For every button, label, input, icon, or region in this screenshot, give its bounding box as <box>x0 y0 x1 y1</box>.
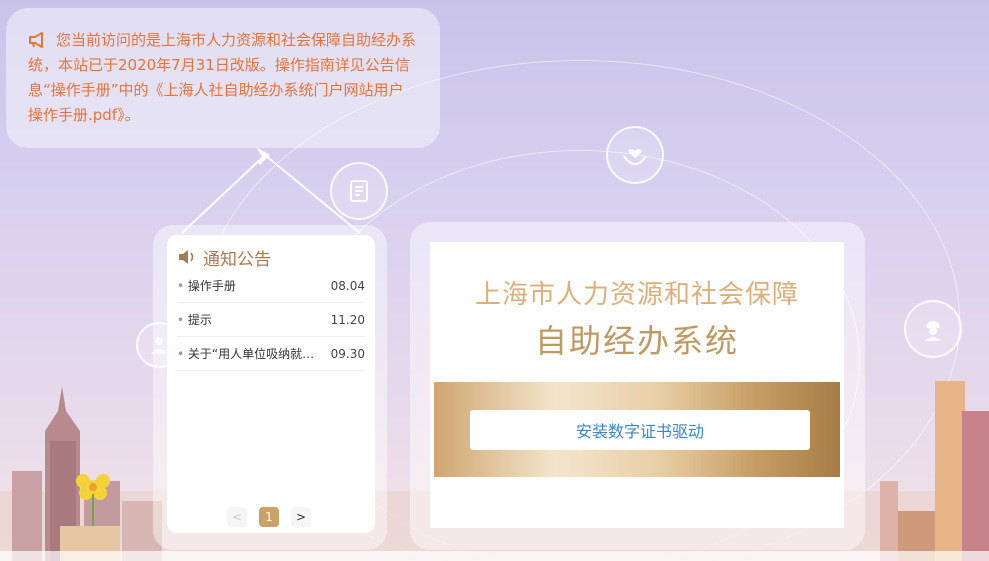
speaker-icon <box>179 250 194 264</box>
announcement-item-date: 08.04 <box>330 278 365 293</box>
announcement-title: 通知公告 <box>203 249 271 270</box>
announcement-item[interactable]: 关于“用人单位吸纳就业困难人员 09.30 <box>177 337 365 371</box>
announcement-list: 操作手册 08.04 提示 11.20 关于“用人单位吸纳就业困难人员 09.3… <box>177 269 365 371</box>
announcement-item[interactable]: 操作手册 08.04 <box>177 269 365 303</box>
system-title-line1: 上海市人力资源和社会保障 <box>474 280 799 310</box>
worker-circle-icon <box>904 300 962 358</box>
notice-bubble: 您当前访问的是上海市人力资源和社会保障自助经办系统，本站已于2020年7月31日… <box>6 8 440 148</box>
announcement-item[interactable]: 提示 11.20 <box>177 303 365 337</box>
announcement-item-title[interactable]: 提示 <box>177 311 212 328</box>
system-title-line2: 自助经办系统 <box>534 322 739 360</box>
announcement-item-title[interactable]: 操作手册 <box>177 277 236 294</box>
announcement-card: 通知公告 操作手册 08.04 提示 11.20 关于“用人单位吸纳就业困难人员… <box>167 235 375 533</box>
announcement-item-date: 09.30 <box>330 346 365 361</box>
announcement-item-date: 11.20 <box>330 312 365 327</box>
current-page-button[interactable]: 1 <box>259 507 279 527</box>
announcement-item-title[interactable]: 关于“用人单位吸纳就业困难人员 <box>177 345 325 362</box>
install-certificate-driver-button[interactable]: 安装数字证书驱动 <box>470 410 810 450</box>
pagination: < 1 > <box>227 507 311 527</box>
prev-page-button[interactable]: < <box>227 507 247 527</box>
announcement-header: 通知公告 <box>177 245 271 270</box>
main-panel: 上海市人力资源和社会保障 自助经办系统 安装数字证书驱动 <box>430 242 844 528</box>
notice-text: 您当前访问的是上海市人力资源和社会保障自助经办系统，本站已于2020年7月31日… <box>28 31 417 124</box>
next-page-button[interactable]: > <box>291 507 311 527</box>
megaphone-icon <box>29 32 43 48</box>
care-hands-circle-icon <box>606 126 664 184</box>
gold-banner: 安装数字证书驱动 <box>434 382 840 477</box>
